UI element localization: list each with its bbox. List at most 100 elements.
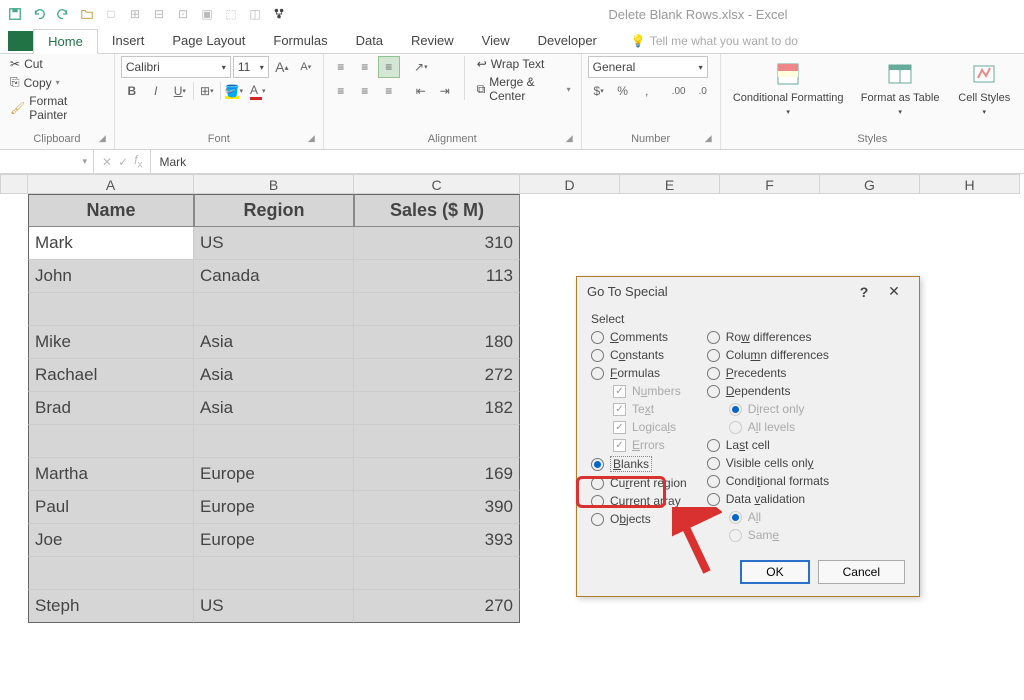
option-dependents[interactable]: Dependents xyxy=(707,384,829,398)
option-constants[interactable]: Constants xyxy=(591,348,687,362)
cut-button[interactable]: ✂Cut xyxy=(6,56,108,72)
align-center-icon[interactable]: ≡ xyxy=(354,80,376,102)
option-current-region[interactable]: Current region xyxy=(591,476,687,490)
dialog-close-icon[interactable]: ✕ xyxy=(879,283,909,300)
qat-tool-2-icon[interactable]: ⊞ xyxy=(124,3,146,25)
select-all-corner[interactable] xyxy=(0,174,28,194)
cell[interactable]: Rachael xyxy=(28,359,194,392)
increase-decimal-icon[interactable]: .00 xyxy=(668,80,690,102)
cell[interactable]: Asia xyxy=(194,326,354,359)
option-current-array[interactable]: Current array xyxy=(591,494,687,508)
cell[interactable] xyxy=(354,293,520,326)
fx-icon[interactable]: fx xyxy=(134,153,142,170)
cell[interactable]: Canada xyxy=(194,260,354,293)
cell[interactable]: Europe xyxy=(194,491,354,524)
cell[interactable]: Martha xyxy=(28,458,194,491)
column-header-H[interactable]: H xyxy=(920,174,1020,194)
fill-color-button[interactable]: 🪣▾ xyxy=(223,80,245,102)
cell[interactable]: 393 xyxy=(354,524,520,557)
tab-home[interactable]: Home xyxy=(33,29,98,54)
cell[interactable]: 390 xyxy=(354,491,520,524)
alignment-dialog-launcher[interactable]: ◢ xyxy=(566,133,573,144)
wrap-text-button[interactable]: ↩Wrap Text xyxy=(473,56,575,72)
border-button[interactable]: ⊞▾ xyxy=(196,80,218,102)
font-color-button[interactable]: A▾ xyxy=(247,80,269,102)
format-painter-button[interactable]: 🖌Format Painter xyxy=(6,93,108,123)
cell[interactable] xyxy=(194,293,354,326)
column-header-B[interactable]: B xyxy=(194,174,354,194)
align-middle-icon[interactable]: ≡ xyxy=(354,56,376,78)
bold-button[interactable]: B xyxy=(121,80,143,102)
format-as-table-button[interactable]: Format as Table ▾ xyxy=(854,56,947,120)
name-box[interactable]: ▾ xyxy=(0,150,94,173)
table-header[interactable]: Region xyxy=(194,194,354,227)
tab-view[interactable]: View xyxy=(468,29,524,52)
align-right-icon[interactable]: ≡ xyxy=(378,80,400,102)
cell[interactable]: Asia xyxy=(194,392,354,425)
cell[interactable] xyxy=(28,293,194,326)
option-visible-cells-only[interactable]: Visible cells only xyxy=(707,456,829,470)
increase-font-icon[interactable]: A▴ xyxy=(271,56,293,78)
cell[interactable]: US xyxy=(194,227,354,260)
qat-tool-5-icon[interactable]: ▣ xyxy=(196,3,218,25)
option-row-differences[interactable]: Row differences xyxy=(707,330,829,344)
cell[interactable] xyxy=(354,557,520,590)
qat-tool-1-icon[interactable]: □ xyxy=(100,3,122,25)
column-header-C[interactable]: C xyxy=(354,174,520,194)
tab-developer[interactable]: Developer xyxy=(524,29,611,52)
increase-indent-icon[interactable]: ⇥ xyxy=(434,80,456,102)
cell[interactable]: Mark xyxy=(28,227,194,260)
cell[interactable]: Europe xyxy=(194,458,354,491)
enter-formula-icon[interactable]: ✓ xyxy=(118,155,128,169)
tell-me[interactable]: 💡 Tell me what you want to do xyxy=(631,34,798,48)
qat-tool-3-icon[interactable]: ⊟ xyxy=(148,3,170,25)
option-comments[interactable]: Comments xyxy=(591,330,687,344)
align-left-icon[interactable]: ≡ xyxy=(330,80,352,102)
cell[interactable]: Joe xyxy=(28,524,194,557)
column-header-E[interactable]: E xyxy=(620,174,720,194)
qat-tool-6-icon[interactable]: ⬚ xyxy=(220,3,242,25)
font-size-combo[interactable]: 11▾ xyxy=(233,56,269,78)
column-header-G[interactable]: G xyxy=(820,174,920,194)
font-name-combo[interactable]: Calibri▾ xyxy=(121,56,231,78)
cell[interactable]: 169 xyxy=(354,458,520,491)
dialog-help-icon[interactable]: ? xyxy=(849,284,879,300)
cell[interactable] xyxy=(354,425,520,458)
orientation-icon[interactable]: ↗▾ xyxy=(410,56,432,78)
tab-data[interactable]: Data xyxy=(342,29,397,52)
redo-icon[interactable] xyxy=(52,3,74,25)
number-format-combo[interactable]: General▾ xyxy=(588,56,708,78)
save-icon[interactable] xyxy=(4,3,26,25)
number-dialog-launcher[interactable]: ◢ xyxy=(705,133,712,144)
option-conditional-formats[interactable]: Conditional formats xyxy=(707,474,829,488)
formula-input[interactable]: Mark xyxy=(151,155,1024,169)
cell[interactable] xyxy=(194,425,354,458)
cell[interactable]: US xyxy=(194,590,354,623)
qat-tool-4-icon[interactable]: ⊡ xyxy=(172,3,194,25)
tab-file[interactable] xyxy=(8,31,33,51)
cell[interactable]: Brad xyxy=(28,392,194,425)
cell[interactable] xyxy=(28,425,194,458)
cell[interactable]: Paul xyxy=(28,491,194,524)
cell[interactable]: Asia xyxy=(194,359,354,392)
comma-icon[interactable]: , xyxy=(636,80,658,102)
option-column-differences[interactable]: Column differences xyxy=(707,348,829,362)
ok-button[interactable]: OK xyxy=(740,560,809,584)
copy-button[interactable]: ⎘Copy▾ xyxy=(6,74,108,91)
cell[interactable]: 113 xyxy=(354,260,520,293)
table-header[interactable]: Name xyxy=(28,194,194,227)
italic-button[interactable]: I xyxy=(145,80,167,102)
cell[interactable]: Mike xyxy=(28,326,194,359)
conditional-formatting-button[interactable]: Conditional Formatting ▾ xyxy=(727,56,850,120)
cell[interactable]: John xyxy=(28,260,194,293)
tab-page-layout[interactable]: Page Layout xyxy=(158,29,259,52)
decrease-font-icon[interactable]: A▾ xyxy=(295,56,317,78)
cell[interactable] xyxy=(28,557,194,590)
option-precedents[interactable]: Precedents xyxy=(707,366,829,380)
clipboard-dialog-launcher[interactable]: ◢ xyxy=(99,133,106,144)
percent-icon[interactable]: % xyxy=(612,80,634,102)
option-data-validation[interactable]: Data validation xyxy=(707,492,829,506)
cell[interactable]: 180 xyxy=(354,326,520,359)
cell[interactable]: 182 xyxy=(354,392,520,425)
folder-open-icon[interactable] xyxy=(76,3,98,25)
